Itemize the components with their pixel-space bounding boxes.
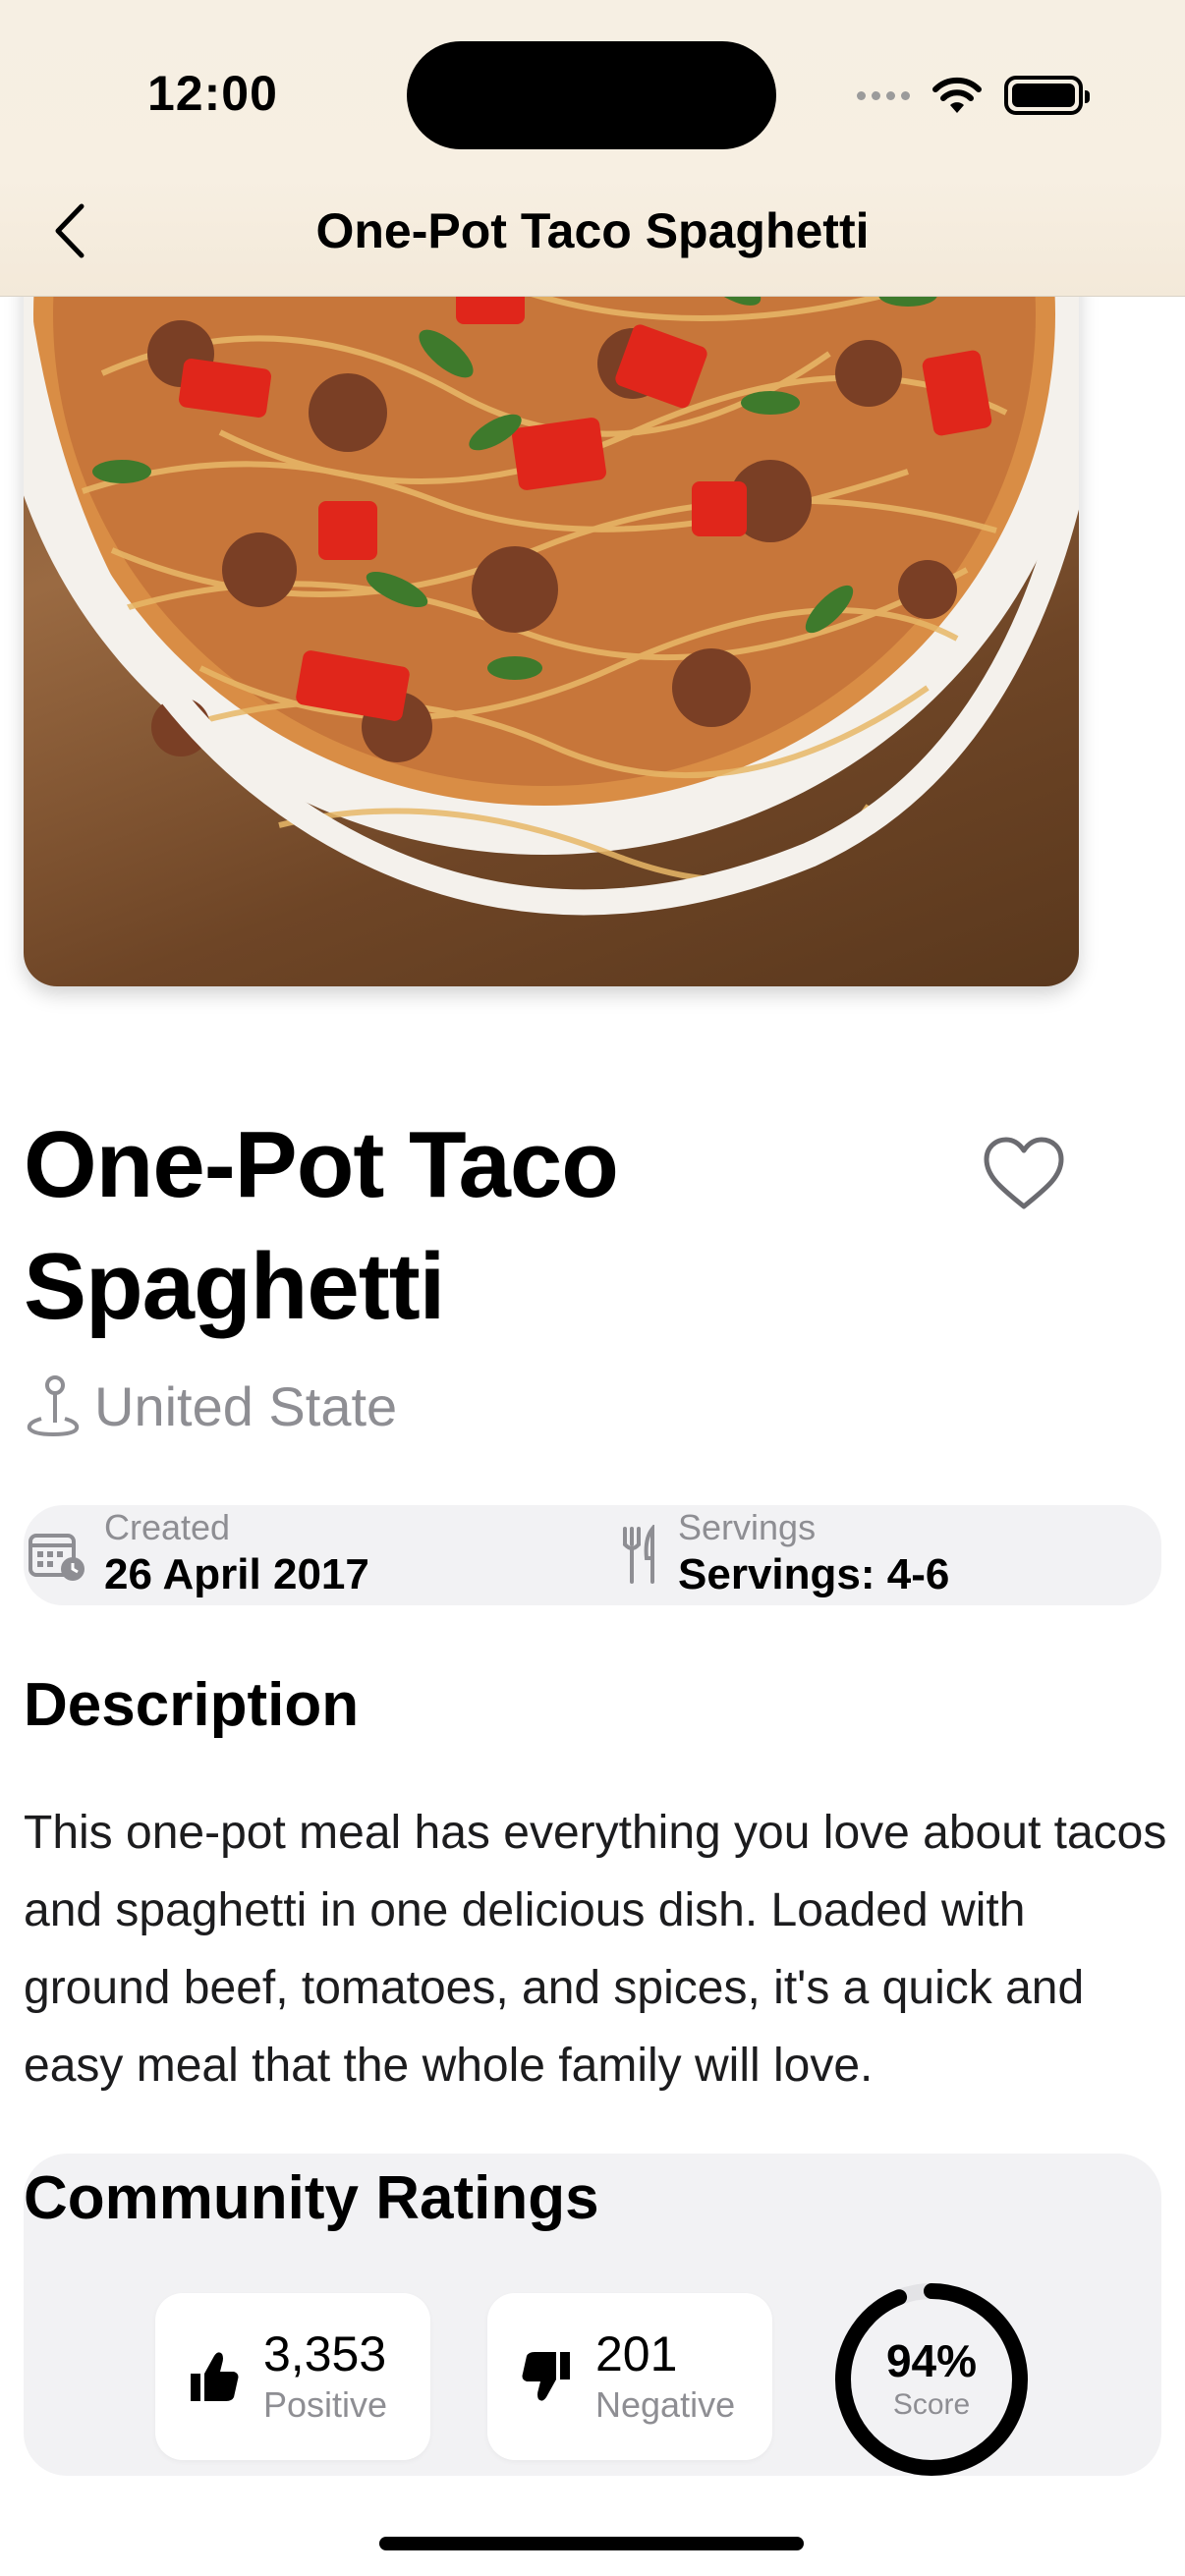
recipe-image	[24, 177, 1079, 986]
recipe-location: United State	[24, 1373, 397, 1438]
negative-rating[interactable]: 201 Negative	[487, 2293, 772, 2460]
recipe-title: One-Pot Taco Spaghetti	[24, 1112, 619, 1339]
description-text: This one-pot meal has everything you lov…	[24, 1807, 1167, 2092]
fork-knife-icon	[623, 1525, 654, 1584]
home-indicator	[379, 2537, 804, 2550]
community-ratings-card: Community Ratings 3,353 Positive 201 Neg…	[24, 2154, 1161, 2476]
status-time: 12:00	[147, 66, 278, 121]
recipe-meta-strip: Created 26 April 2017 Servings Servings:…	[24, 1505, 1161, 1605]
score-percent: 94%	[885, 2335, 978, 2386]
positive-label: Positive	[263, 2384, 388, 2425]
description-heading: Description	[24, 1671, 360, 1739]
heart-icon	[984, 1137, 1064, 1209]
wifi-icon	[932, 77, 982, 113]
location-pin-icon	[27, 1375, 80, 1437]
thumbs-up-icon	[191, 2352, 239, 2401]
dynamic-island	[407, 41, 776, 149]
ratings-heading: Community Ratings	[24, 2164, 599, 2232]
nav-title: One-Pot Taco Spaghetti	[315, 203, 870, 258]
servings-value: Servings: 4-6	[678, 1550, 950, 1598]
created-label: Created	[104, 1507, 231, 1547]
positive-rating[interactable]: 3,353 Positive	[155, 2293, 430, 2460]
score-ring: 94% Score	[833, 2281, 1030, 2478]
negative-label: Negative	[595, 2384, 736, 2425]
battery-icon	[1004, 76, 1090, 115]
calendar-clock-icon	[28, 1534, 85, 1581]
status-indicators	[857, 71, 1090, 120]
positive-count: 3,353	[263, 2326, 387, 2381]
favorite-button[interactable]	[977, 1126, 1071, 1220]
negative-count: 201	[595, 2326, 678, 2381]
thumbs-down-icon	[522, 2352, 570, 2401]
spaghetti-illustration	[24, 177, 1079, 916]
servings-info: Servings Servings: 4-6	[621, 1505, 949, 1605]
score-label: Score	[892, 2388, 971, 2421]
created-info: Created 26 April 2017	[28, 1505, 369, 1605]
navigation-bar: 12:00 One-Pot Taco Spaghetti	[0, 0, 1185, 297]
servings-label: Servings	[678, 1507, 817, 1547]
created-value: 26 April 2017	[104, 1550, 369, 1598]
location-label: United State	[94, 1374, 398, 1437]
cellular-signal-icon	[857, 90, 910, 100]
